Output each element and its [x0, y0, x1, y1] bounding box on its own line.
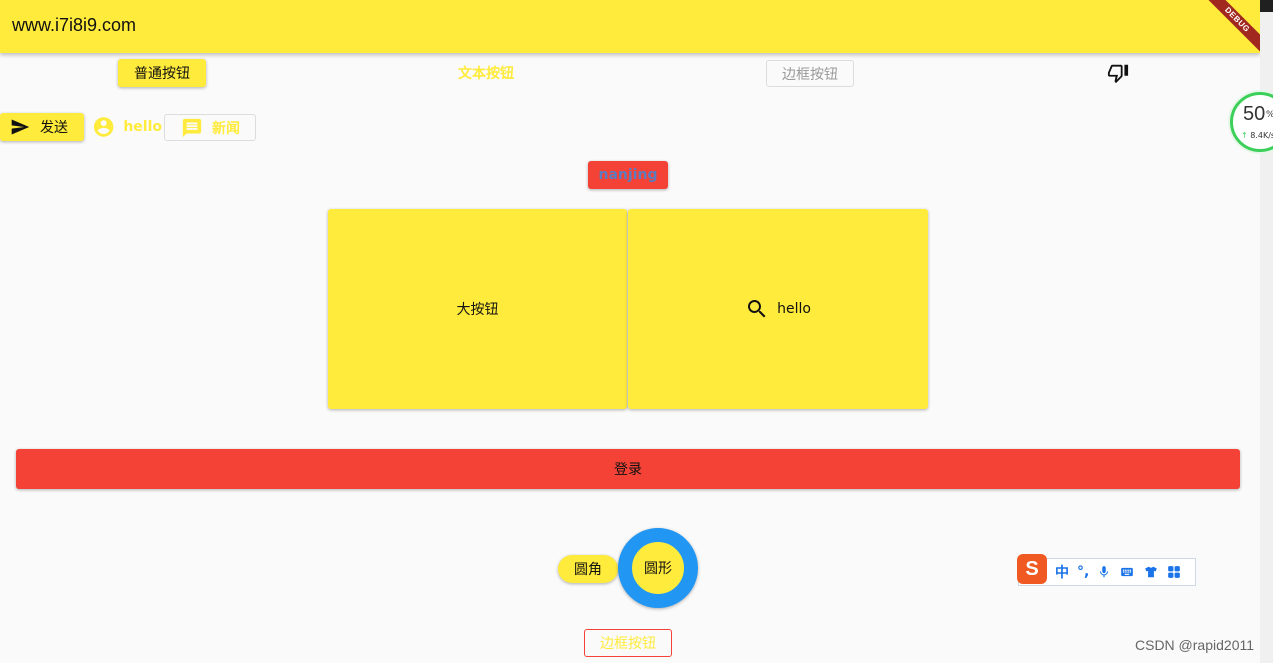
big-button[interactable]: 大按钮 [328, 209, 627, 409]
account-circle-icon [93, 117, 114, 137]
send-button[interactable]: 发送 [0, 113, 84, 141]
mic-icon[interactable] [1097, 564, 1111, 580]
keyboard-icon[interactable] [1119, 565, 1135, 579]
news-button[interactable]: 新闻 [164, 114, 256, 141]
network-speed-widget[interactable]: 50 % ↑ 8.4K/s [1230, 92, 1273, 152]
debug-banner: DEBUG [1200, 0, 1260, 60]
news-button-label: 新闻 [212, 120, 240, 137]
ime-toolbar[interactable]: S 中 °, [1017, 554, 1196, 586]
window-edge-dark [1260, 0, 1273, 12]
ime-language-toggle[interactable]: 中 [1055, 562, 1069, 582]
rounded-button[interactable]: 圆角 [558, 555, 618, 583]
speed-rate: ↑ 8.4K/s [1241, 131, 1273, 140]
speed-unit: % [1266, 110, 1273, 120]
nanjing-button-label: nanjing [598, 167, 658, 183]
hello-button[interactable]: hello [92, 113, 162, 141]
big-button-label: 大按钮 [456, 302, 499, 318]
login-button-label: 登录 [614, 462, 642, 478]
app-bar: www.i7i8i9.com DEBUG [0, 0, 1260, 57]
message-icon [182, 118, 202, 137]
search-hello-label: hello [777, 301, 811, 317]
rounded-button-label: 圆角 [574, 562, 602, 578]
raised-button-label: 普通按钮 [134, 66, 190, 82]
search-icon [748, 300, 766, 318]
login-button[interactable]: 登录 [16, 449, 1240, 489]
ime-punctuation-toggle[interactable]: °, [1077, 564, 1089, 580]
circle-button-label: 圆形 [644, 561, 672, 577]
speed-rate-value: 8.4K/s [1250, 131, 1273, 140]
shirt-icon[interactable] [1143, 565, 1159, 579]
raised-button[interactable]: 普通按钮 [118, 59, 206, 87]
search-hello-button[interactable]: hello [628, 209, 928, 409]
hello-button-label: hello [123, 119, 162, 135]
bottom-outline-button-label: 边框按钮 [600, 636, 656, 652]
text-button[interactable]: 文本按钮 [444, 59, 528, 87]
debug-label: DEBUG [1200, 0, 1260, 57]
text-button-label: 文本按钮 [458, 66, 514, 82]
send-icon [11, 119, 30, 135]
upload-arrow-icon: ↑ [1241, 131, 1248, 140]
outline-button[interactable]: 边框按钮 [766, 60, 854, 87]
app-title: www.i7i8i9.com [12, 15, 137, 35]
watermark: CSDN @rapid2011 [1135, 637, 1255, 653]
speed-value: 50 [1243, 103, 1266, 125]
grid-icon[interactable] [1167, 565, 1181, 579]
sogou-logo-icon[interactable]: S [1017, 554, 1047, 584]
circle-button[interactable]: 圆形 [618, 528, 698, 608]
outline-button-label: 边框按钮 [782, 66, 838, 83]
send-button-label: 发送 [40, 120, 68, 136]
nanjing-button[interactable]: nanjing [588, 161, 668, 189]
thumb-down-icon[interactable] [1107, 62, 1129, 84]
bottom-outline-button[interactable]: 边框按钮 [584, 629, 672, 657]
